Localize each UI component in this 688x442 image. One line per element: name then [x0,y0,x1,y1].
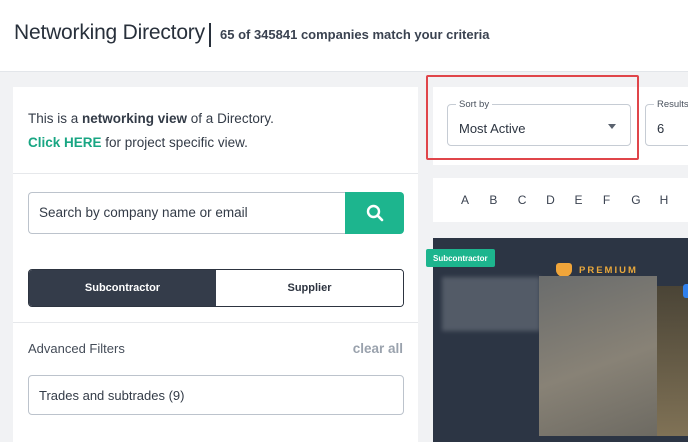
subcontractor-badge: Subcontractor [426,249,495,267]
blurred-company-logo [539,276,657,436]
letter-filter[interactable]: F [603,193,631,207]
intro-text-part: for project specific view. [101,135,248,150]
advanced-filters-label: Advanced Filters [28,341,125,356]
sort-highlight-box [426,75,639,160]
results-select[interactable]: Results 6 [645,99,688,146]
premium-badge: PREMIUM [556,263,638,277]
blurred-company-name [442,277,540,331]
letter-filter[interactable]: C [518,193,546,207]
intro-text: This is a networking view of a Directory… [28,107,274,155]
search-button[interactable] [345,192,404,234]
intro-bold: networking view [82,111,188,126]
toggle-subcontractor[interactable]: Subcontractor [29,270,216,306]
letter-filter[interactable]: G [631,193,659,207]
search-icon [366,204,383,222]
blurred-image [657,286,688,436]
letter-filter[interactable]: E [575,193,603,207]
toggle-supplier[interactable]: Supplier [216,270,403,306]
intro-text-part: This is a [28,111,83,126]
divider [13,322,418,323]
title-separator [209,23,211,47]
intro-text-part: of a Directory. [187,111,274,126]
letter-filter[interactable]: H [660,193,688,207]
premium-label: PREMIUM [579,264,638,276]
trades-filter[interactable]: Trades and subtrades (9) [28,375,404,415]
alphabet-filter: A B C D E F G H [433,178,688,222]
results-value: 6 [657,121,665,136]
verified-icon [683,284,688,298]
clear-all-button[interactable]: clear all [353,341,403,356]
company-type-toggle: Subcontractor Supplier [28,269,404,307]
page-title: Networking Directory [14,21,205,44]
results-label: Results [654,99,688,110]
filter-panel: This is a networking view of a Directory… [13,87,418,442]
company-card[interactable]: PREMIUM [433,238,688,442]
letter-filter[interactable]: A [461,193,489,207]
crown-icon [556,263,572,277]
project-view-link[interactable]: Click HERE [28,135,102,150]
divider [13,173,418,174]
page-header: Networking Directory 65 of 345841 compan… [0,0,688,72]
letter-filter[interactable]: B [489,193,517,207]
letter-filter[interactable]: D [546,193,574,207]
search-input[interactable]: Search by company name or email [28,192,346,234]
match-count: 65 of 345841 companies match your criter… [220,27,490,42]
